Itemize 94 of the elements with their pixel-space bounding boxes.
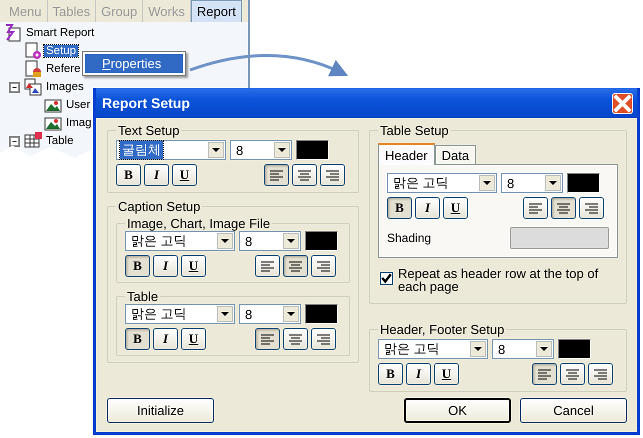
align-center-button[interactable] [283,328,308,350]
tree-item[interactable]: Refere [44,63,83,75]
size-dropdown[interactable]: 8 [230,140,292,160]
align-right-icon [326,170,339,180]
align-right-icon [594,368,607,380]
underline-button[interactable]: U [434,363,459,385]
underline-button[interactable]: U [172,164,197,186]
align-left-icon [529,202,542,214]
size-dropdown[interactable]: 8 [239,304,301,324]
collapse-icon[interactable] [9,82,20,92]
align-left-button[interactable] [255,328,280,350]
underline-button[interactable]: U [443,197,468,219]
italic-button[interactable]: I [144,164,169,186]
align-center-button[interactable] [283,255,308,277]
italic-button[interactable]: I [153,255,178,277]
tab[interactable]: Header [378,143,435,165]
align-center-icon [557,202,570,214]
group-label: Table [126,289,160,304]
align-left-icon [261,260,274,272]
align-center-icon [298,170,311,180]
italic-button[interactable]: I [415,197,440,219]
align-left-button[interactable] [532,363,557,385]
underline-button[interactable]: U [181,328,206,350]
tree-item[interactable]: Table [44,135,76,147]
check-icon [381,273,392,284]
align-right-icon [317,334,330,344]
panel-tab[interactable]: Report [190,0,242,22]
group-label: Image, Chart, Image File [126,216,272,231]
align-right-button[interactable] [311,328,336,350]
align-center-button[interactable] [292,164,317,186]
align-left-button[interactable] [255,255,280,277]
font-dropdown[interactable]: 맑은 고딕 [378,339,488,359]
color-swatch[interactable] [305,304,338,324]
size-dropdown[interactable]: 8 [501,173,563,193]
align-right-icon [317,260,330,272]
align-left-button[interactable] [264,164,289,186]
align-center-icon [289,334,302,344]
shading-label: Shading [387,231,432,245]
tree-item[interactable]: Smart Report [24,27,96,39]
align-left-icon [261,334,274,344]
checkbox[interactable] [380,272,393,285]
font-dropdown[interactable]: 굴림체 [116,140,226,160]
close-icon [613,94,632,112]
align-left-icon [538,368,551,380]
font-dropdown[interactable]: 맑은 고딕 [125,304,235,324]
tree-item[interactable]: Setup [44,45,78,57]
bold-button[interactable]: B [116,164,141,186]
italic-button[interactable]: I [406,363,431,385]
bold-button[interactable]: B [378,363,403,385]
dialog-button[interactable]: Cancel [520,398,627,423]
align-center-button[interactable] [560,363,585,385]
group-label: Text Setup [117,123,180,138]
align-right-button[interactable] [320,164,345,186]
group-label: Caption Setup [117,199,202,214]
images-icon [24,78,42,96]
color-swatch[interactable] [305,231,338,251]
window-title: Report Setup [102,95,190,111]
align-left-icon [270,170,283,180]
font-dropdown[interactable]: 맑은 고딕 [125,231,235,251]
menu-item[interactable]: Properties [85,54,183,73]
font-dropdown[interactable]: 맑은 고딕 [387,173,497,193]
align-center-icon [289,260,302,272]
align-center-button[interactable] [551,197,576,219]
report-icon [4,24,22,42]
color-swatch[interactable] [558,339,591,359]
color-swatch[interactable] [567,173,600,193]
checkbox-label: Repeat as header row at the top of each page [398,267,600,293]
tree-item[interactable]: Imag [64,117,94,129]
align-left-button[interactable] [523,197,548,219]
italic-button[interactable]: I [153,328,178,350]
tree-item[interactable]: User [64,99,92,111]
group-label: Header, Footer Setup [379,322,506,337]
dialog-button[interactable]: Initialize [107,398,214,423]
bold-button[interactable]: B [125,328,150,350]
align-right-button[interactable] [588,363,613,385]
tree-item[interactable]: Images [44,81,86,93]
database-document-icon [24,60,42,78]
table-icon [24,132,42,150]
underline-button[interactable]: U [181,255,206,277]
bold-button[interactable]: B [125,255,150,277]
dialog-button[interactable]: OK [404,398,511,423]
size-dropdown[interactable]: 8 [492,339,554,359]
group-label: Table Setup [379,123,450,138]
size-dropdown[interactable]: 8 [239,231,301,251]
collapse-icon[interactable] [9,136,20,146]
align-right-icon [585,202,598,214]
shading-color-button[interactable] [510,227,609,249]
bold-button[interactable]: B [387,197,412,219]
align-center-icon [566,368,579,380]
color-swatch[interactable] [296,140,329,160]
tab[interactable]: Data [434,145,476,164]
close-button[interactable] [612,92,633,114]
align-right-button[interactable] [579,197,604,219]
align-right-button[interactable] [311,255,336,277]
